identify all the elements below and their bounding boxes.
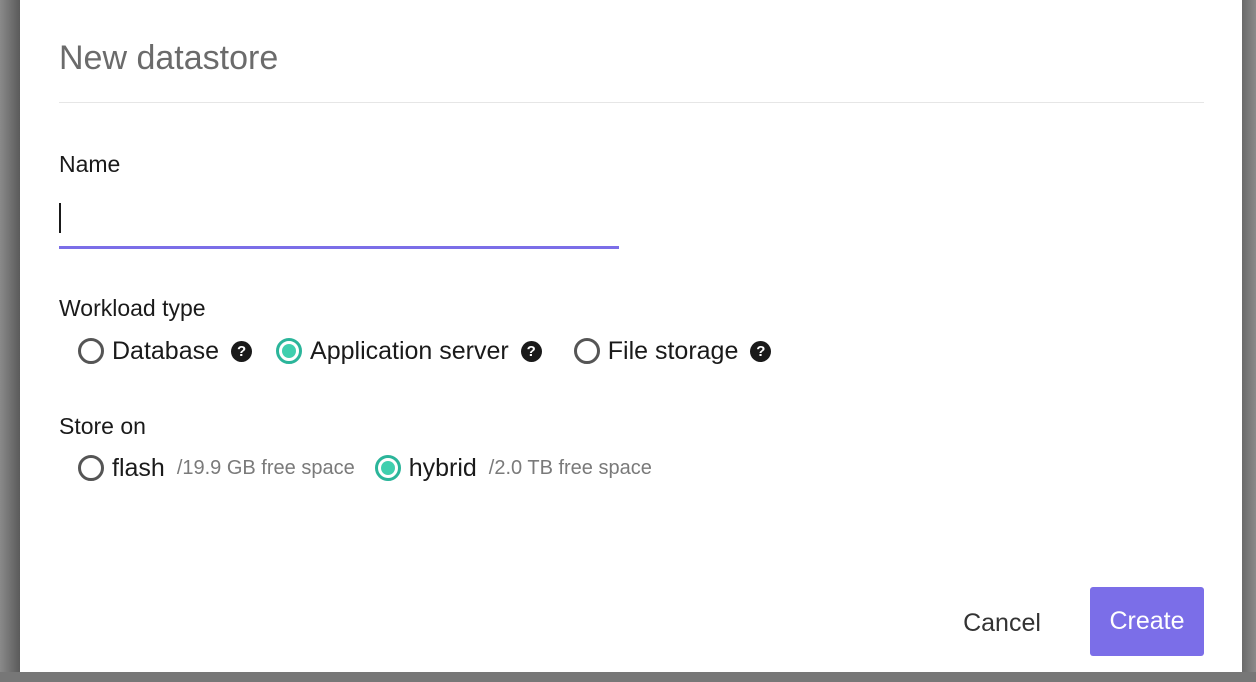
backdrop-bottom xyxy=(0,672,1256,682)
radio-hybrid[interactable] xyxy=(374,455,401,481)
radio-database[interactable] xyxy=(78,338,104,364)
workload-option-application-server[interactable]: Application server ? xyxy=(276,336,542,366)
workload-option-label: Database xyxy=(112,337,220,365)
free-space-text: /19.9 GB free space xyxy=(176,457,355,479)
question-circle-icon[interactable]: ? xyxy=(520,340,542,362)
store-option-label: flash xyxy=(112,454,165,482)
radio-flash[interactable] xyxy=(78,455,104,481)
workload-option-database[interactable]: Database ? xyxy=(78,336,253,366)
create-button[interactable]: Create xyxy=(1090,587,1204,656)
name-input[interactable] xyxy=(59,196,619,249)
question-circle-icon[interactable]: ? xyxy=(231,340,253,362)
store-on-label: Store on xyxy=(59,413,146,439)
workload-option-label: File storage xyxy=(607,337,739,365)
cancel-button[interactable]: Cancel xyxy=(942,600,1062,646)
name-label: Name xyxy=(59,151,121,177)
free-space-text: /2.0 TB free space xyxy=(488,457,652,479)
title-divider xyxy=(59,102,1204,103)
new-datastore-dialog: New datastore Name Workload type Databas… xyxy=(20,0,1242,672)
store-on-group: flash /19.9 GB free space hybrid /2.0 TB… xyxy=(78,453,652,483)
dialog-title: New datastore xyxy=(59,39,279,77)
workload-type-label: Workload type xyxy=(59,295,206,321)
radio-file-storage[interactable] xyxy=(573,338,600,364)
workload-option-label: Application server xyxy=(310,337,509,365)
store-option-hybrid[interactable]: hybrid /2.0 TB free space xyxy=(374,453,652,483)
store-option-flash[interactable]: flash /19.9 GB free space xyxy=(78,453,355,483)
text-caret xyxy=(59,203,61,233)
backdrop-right xyxy=(1242,0,1256,682)
workload-type-group: Database ? Application server ? File sto… xyxy=(78,336,772,366)
question-circle-icon[interactable]: ? xyxy=(750,340,772,362)
radio-application-server[interactable] xyxy=(276,338,303,364)
workload-option-file-storage[interactable]: File storage ? xyxy=(573,336,772,366)
store-option-label: hybrid xyxy=(408,454,477,482)
backdrop-left xyxy=(0,0,20,682)
